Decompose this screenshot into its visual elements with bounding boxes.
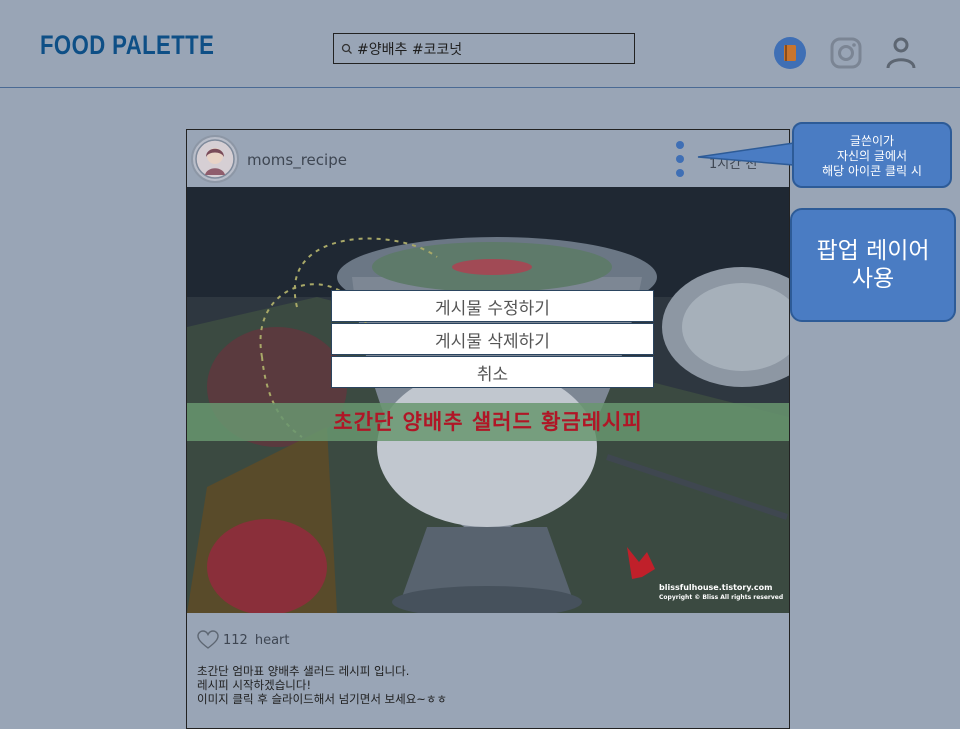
instagram-icon[interactable] [829,36,863,70]
heart-icon[interactable] [197,630,219,650]
edit-post-button[interactable]: 게시물 수정하기 [331,290,654,322]
post-image[interactable]: 초간단 양배추 샐러드 황금레시피 blissfulhouse.tistory.… [187,187,789,613]
callout-pointer [697,142,795,166]
more-dot [676,155,684,163]
notebook-icon[interactable] [773,36,807,70]
avatar[interactable] [191,135,239,183]
note-line: 자신의 글에서 [836,149,908,163]
caption-line: 이미지 클릭 후 슬라이드해서 넘기면서 보세요~ㅎㅎ [197,692,448,706]
image-banner-title: 초간단 양배추 샐러드 황금레시피 [333,410,643,434]
watermark-copyright: Copyright © Bliss All rights reserved [659,594,784,601]
likes-row: 112 heart [197,630,289,650]
likes-count: 112 [223,632,248,648]
cancel-button[interactable]: 취소 [331,356,654,388]
salad-photo [187,187,789,613]
post-card: moms_recipe 1시간 전 초간단 양배추 샐러드 황금레시피 blis… [186,129,790,729]
popup-note-line: 사용 [851,266,895,292]
popup-note-line: 팝업 레이어 [816,238,930,264]
caption-line: 레시피 시작하겠습니다! [197,678,312,692]
logo[interactable]: FOOD PALETTE [40,30,214,61]
more-dot [676,141,684,149]
search-icon [341,43,352,54]
annotation-note: 글쓴이가 자신의 글에서 해당 아이콘 클릭 시 [792,122,952,188]
caption-line: 초간단 엄마표 양배추 샐러드 레시피 입니다. [197,664,410,678]
post-username[interactable]: moms_recipe [247,151,347,169]
watermark-url: blissfulhouse.tistory.com [659,583,773,592]
delete-post-button[interactable]: 게시물 삭제하기 [331,323,654,355]
image-watermark: blissfulhouse.tistory.com Copyright © Bl… [659,583,787,603]
note-line: 해당 아이콘 클릭 시 [822,164,922,178]
search-input[interactable]: #양배추 #코코넛 [333,33,635,64]
annotation-popup: 팝업 레이어 사용 [790,208,956,322]
note-line: 글쓴이가 [849,134,895,148]
top-header: FOOD PALETTE #양배추 #코코넛 [0,0,960,88]
likes-label: heart [254,632,290,648]
user-icon[interactable] [884,36,918,70]
search-value: #양배추 #코코넛 [357,41,463,58]
more-options-icon[interactable] [673,141,687,177]
avatar-illustration [195,139,235,179]
post-caption: 초간단 엄마표 양배추 샐러드 레시피 입니다. 레시피 시작하겠습니다! 이미… [197,664,447,706]
more-dot [676,169,684,177]
